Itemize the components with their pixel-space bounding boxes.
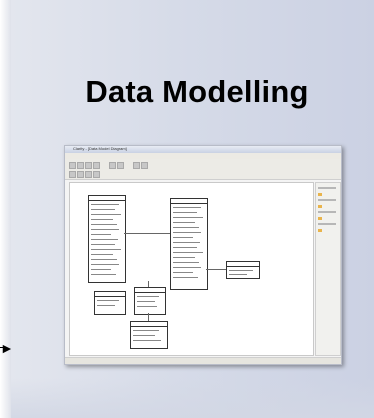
entity-table <box>94 291 126 315</box>
entity-field-line <box>91 244 115 245</box>
slide-bottom-shade <box>11 378 374 418</box>
entity-field-line <box>173 262 199 263</box>
toolbar-button <box>133 162 140 169</box>
toolbar-button <box>77 162 84 169</box>
entity-table <box>226 261 260 279</box>
entity-field-line <box>173 227 199 228</box>
entity-field-line <box>91 274 116 275</box>
toolbar-button <box>69 162 76 169</box>
entity-field-line <box>91 239 118 240</box>
panel-row <box>318 199 336 201</box>
entity-field-line <box>91 204 119 205</box>
entity-field-line <box>91 259 117 260</box>
entity-field-line <box>91 269 111 270</box>
screenshot-statusbar <box>65 357 341 364</box>
entity-field-line <box>97 300 119 301</box>
panel-swatch <box>318 193 322 196</box>
panel-swatch <box>318 205 322 208</box>
data-model-screenshot[interactable]: Clarity - [Data Model Diagram] File Edit… <box>64 145 342 365</box>
entity-field-line <box>173 242 200 243</box>
toolbar-button <box>85 162 92 169</box>
toolbar-button <box>77 171 84 178</box>
entity-field-line <box>173 212 197 213</box>
entity-field-line <box>133 330 159 331</box>
entity-field-line <box>91 234 111 235</box>
entity-field-line <box>173 267 201 268</box>
entity-field-line <box>137 296 159 297</box>
screenshot-titlebar: Clarity - [Data Model Diagram] <box>65 146 341 153</box>
relationship-line <box>206 269 226 270</box>
toolbar-button <box>69 171 76 178</box>
entity-field-line <box>173 232 201 233</box>
toolbar-button <box>93 162 100 169</box>
screenshot-window-title: Clarity - [Data Model Diagram] <box>73 146 127 151</box>
toolbar-button <box>141 162 148 169</box>
entity-table <box>130 321 168 349</box>
entity-field-line <box>91 254 113 255</box>
entity-field-line <box>91 249 121 250</box>
toolbar-button <box>85 171 92 178</box>
entity-field-line <box>91 229 119 230</box>
screenshot-toolbar <box>65 159 341 180</box>
entity-field-line <box>91 264 119 265</box>
entity-field-line <box>173 277 198 278</box>
entity-table <box>170 198 208 290</box>
relationship-line <box>148 281 149 287</box>
diagram-canvas <box>69 182 314 356</box>
entity-field-line <box>133 335 155 336</box>
entity-field-line <box>91 224 117 225</box>
entity-header <box>135 288 165 293</box>
entity-field-line <box>97 305 115 306</box>
entity-field-line <box>133 340 161 341</box>
properties-panel <box>315 182 341 356</box>
entity-header <box>89 196 125 201</box>
panel-row <box>318 223 336 225</box>
entity-field-line <box>91 209 115 210</box>
entity-field-line <box>173 237 193 238</box>
entity-header <box>95 292 125 297</box>
entity-field-line <box>137 306 157 307</box>
entity-field-line <box>173 222 195 223</box>
entity-header <box>227 262 259 267</box>
entity-field-line <box>173 257 195 258</box>
relationship-line <box>148 313 149 321</box>
relationship-line <box>124 233 170 234</box>
panel-swatch <box>318 217 322 220</box>
entity-field-line <box>173 217 203 218</box>
entity-field-line <box>173 252 203 253</box>
toolbar-button <box>109 162 116 169</box>
entity-header <box>131 322 167 327</box>
entity-field-line <box>137 301 155 302</box>
entity-table <box>88 195 126 283</box>
entity-field-line <box>173 247 197 248</box>
entity-field-line <box>173 272 193 273</box>
slide-title: Data Modelling <box>85 74 309 109</box>
entity-field-line <box>91 219 113 220</box>
panel-swatch <box>318 229 322 232</box>
entity-table <box>134 287 166 315</box>
toolbar-button <box>117 162 124 169</box>
toolbar-button <box>93 171 100 178</box>
panel-row <box>318 187 336 189</box>
entity-header <box>171 199 207 204</box>
arrow-right-icon: ► <box>0 340 14 356</box>
entity-field-line <box>229 274 247 275</box>
entity-field-line <box>173 207 201 208</box>
entity-field-line <box>91 214 121 215</box>
entity-field-line <box>229 270 253 271</box>
panel-row <box>318 211 336 213</box>
